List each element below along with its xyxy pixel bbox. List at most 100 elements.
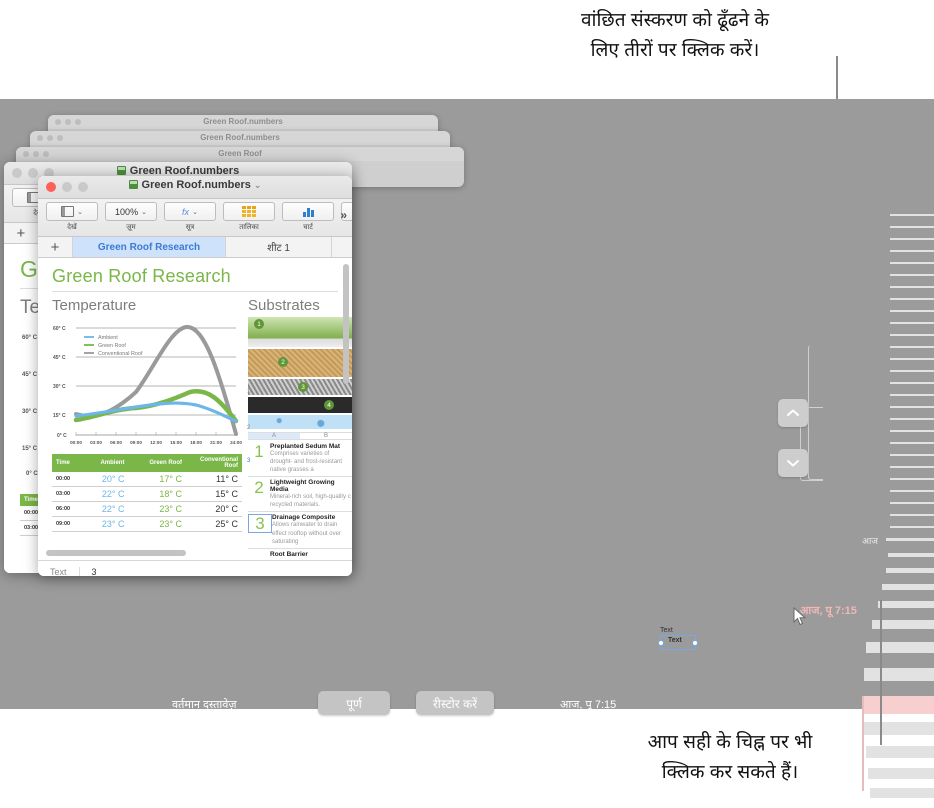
- zoom-value-left: 100%: [115, 206, 139, 217]
- toolbar-label-formula-left: सूत्र: [185, 224, 195, 231]
- substrate-number[interactable]: 3: [248, 514, 272, 534]
- column-marker-b[interactable]: B: [300, 433, 352, 439]
- substrate-number: 2: [254, 478, 264, 498]
- cell-conventional: 11° C: [186, 472, 242, 487]
- left-window-sheet-tabs[interactable]: + Green Roof Research शीट 1: [38, 237, 352, 258]
- toolbar-item-zoom-left[interactable]: 100% ⌄ ज़ूम: [105, 202, 157, 232]
- substrate-list-item[interactable]: 1 Preplanted Sedum Mat Comprises varieti…: [248, 441, 352, 478]
- sheet-tab-sheet1-left[interactable]: शीट 1: [226, 237, 332, 257]
- th-conventional-left: Conventional Roof: [186, 454, 242, 472]
- cell-ambient: 22° C: [83, 501, 129, 517]
- substrate-number: 1: [254, 442, 264, 461]
- version-window-left[interactable]: Green Roof.numbers ⌄ ⌄ देखें 100% ⌄ ज़ूम f…: [38, 176, 352, 576]
- restore-button[interactable]: रीस्टोर करें: [416, 691, 494, 715]
- substrate-badge-1-left: 1: [254, 319, 264, 329]
- timeline-selected-version[interactable]: [862, 696, 934, 714]
- current-document-label: वर्तमान दस्तावेज़: [172, 699, 237, 711]
- svg-text:30° C: 30° C: [53, 384, 66, 390]
- toolbar-item-view-left[interactable]: ⌄ देखें: [46, 202, 98, 232]
- svg-text:00:00: 00:00: [70, 440, 82, 445]
- toolbar-item-chart-left[interactable]: चार्ट: [282, 202, 334, 232]
- table-row[interactable]: 00:00 20° C 17° C 11° C: [52, 472, 242, 487]
- toolbar-overflow-button-left[interactable]: »: [340, 208, 347, 222]
- cell-conventional: 20° C: [186, 501, 242, 517]
- toolbar-item-formula-left[interactable]: fx ⌄ सूत्र: [164, 202, 216, 232]
- version-timeline[interactable]: आज: [862, 198, 934, 808]
- mouse-cursor-icon: [793, 607, 807, 626]
- cell-green: 23° C: [128, 516, 186, 532]
- svg-text:45° C: 45° C: [53, 355, 66, 361]
- cell-time: 03:00: [52, 486, 84, 502]
- cell-time: 00:00: [52, 472, 84, 487]
- table-header-row-left: Time Ambient Green Roof Conventional Roo…: [52, 454, 242, 472]
- left-window-canvas[interactable]: Green Roof Research Temperature 60° C 45°…: [38, 258, 352, 560]
- svg-text:Green Roof: Green Roof: [98, 343, 126, 349]
- left-window-toolbar[interactable]: ⌄ देखें 100% ⌄ ज़ूम fx ⌄ सूत्र तालिका चार्…: [38, 199, 352, 237]
- substrate-list-item[interactable]: 2 Lightweight Growing Media Mineral-rich…: [248, 477, 352, 513]
- formula-icon: fx: [182, 206, 190, 217]
- cell-conventional: 15° C: [186, 486, 242, 502]
- selection-handle-right[interactable]: [692, 640, 698, 646]
- substrate-image-grass-left: 1: [248, 317, 352, 347]
- title-chevron-down-icon[interactable]: ⌄: [254, 180, 262, 190]
- sheet-tab-green-roof-research-left[interactable]: Green Roof Research: [72, 237, 227, 257]
- table-row[interactable]: 03:00 22° C 18° C 15° C: [52, 486, 242, 502]
- row-header-1[interactable]: 1: [247, 389, 250, 395]
- add-sheet-button-left[interactable]: +: [38, 237, 73, 257]
- substrate-list-item[interactable]: Root Barrier: [248, 549, 352, 560]
- left-window-horizontal-scrollbar[interactable]: [46, 550, 186, 556]
- toolbar-label-chart-left: चार्ट: [303, 224, 313, 231]
- substrate-heading: Preplanted Sedum Mat: [270, 443, 341, 450]
- svg-text:15° C: 15° C: [53, 413, 66, 419]
- substrate-description: Allows rainwater to drain effect rooftop…: [272, 522, 341, 545]
- status-object-type: Text: [50, 567, 67, 576]
- row-header-2[interactable]: 2: [247, 425, 250, 431]
- document-title-left: Green Roof Research: [52, 266, 231, 286]
- previous-version-button[interactable]: [778, 399, 808, 427]
- svg-text:03:00: 03:00: [90, 440, 102, 445]
- chart-section-title-left: Temperature: [52, 297, 137, 314]
- substrate-image-drainage-left: 3: [248, 379, 352, 395]
- th-ambient-left: Ambient: [83, 454, 129, 472]
- selected-version-timestamp: आज, पू 7:15: [800, 605, 857, 617]
- toolbar-label-view-left: देखें: [67, 224, 77, 231]
- table-row[interactable]: 06:00 22° C 23° C 20° C: [52, 501, 242, 517]
- temperature-chart-left: 60° C 45° C 30° C 15° C 0° C 00:00 03:00 0…: [53, 325, 242, 445]
- svg-text:18:00: 18:00: [190, 440, 202, 445]
- done-button[interactable]: पूर्ण: [318, 691, 390, 715]
- column-marker-a[interactable]: A: [248, 433, 300, 439]
- substrate-description: Mineral-rich soil, high-quality c recycl…: [270, 494, 351, 509]
- th-time-left: Time: [52, 454, 84, 472]
- svg-text:0° C: 0° C: [57, 433, 67, 439]
- cell-time: 09:00: [52, 516, 84, 532]
- add-sheet-button-right[interactable]: +: [4, 223, 39, 243]
- cell-conventional: 25° C: [186, 516, 242, 532]
- svg-text:60° C: 60° C: [53, 326, 66, 332]
- left-window-title-wrap: Green Roof.numbers ⌄: [38, 179, 352, 191]
- substrate-description: Comprises varieties of drought- and fros…: [270, 451, 343, 474]
- cell-time: 06:00: [52, 501, 84, 517]
- substrate-list-item[interactable]: 3 Drainage Composite Allows rainwater to…: [248, 512, 352, 549]
- toolbar-item-table-left[interactable]: तालिका: [223, 202, 275, 232]
- svg-text:24:00: 24:00: [230, 440, 242, 445]
- svg-text:0° C: 0° C: [26, 471, 38, 477]
- version-stack-bracket-outer: [808, 345, 823, 480]
- table-row[interactable]: 09:00 23° C 23° C 25° C: [52, 516, 242, 532]
- bottom-callout-line-2: क्लिक कर सकते हैं।: [661, 762, 799, 783]
- selection-handle-left[interactable]: [658, 640, 664, 646]
- bottom-callout-line-1: आप सही के चिह्न पर भी: [647, 732, 813, 753]
- next-version-button[interactable]: [778, 449, 808, 477]
- left-window-vertical-scrollbar[interactable]: [343, 264, 349, 384]
- cell-ambient: 23° C: [83, 516, 129, 532]
- temperature-table-left[interactable]: Time Ambient Green Roof Conventional Roo…: [52, 454, 242, 532]
- sheet-tab-empty-left: [332, 237, 352, 257]
- substrate-heading: Root Barrier: [270, 550, 308, 558]
- svg-text:Conventional Roof: Conventional Roof: [98, 351, 143, 357]
- row-header-3[interactable]: 3: [247, 458, 250, 464]
- version-browser-stage: Green Roof.numbers Green Roof.numbers Gr…: [0, 99, 934, 798]
- toolbar-label-table-left: तालिका: [239, 224, 259, 231]
- chevron-down-icon: ⌄: [192, 208, 198, 216]
- timeline-today-label: आज: [862, 536, 878, 546]
- left-window-titlebar[interactable]: Green Roof.numbers ⌄: [38, 176, 352, 199]
- svg-text:21:00: 21:00: [210, 440, 222, 445]
